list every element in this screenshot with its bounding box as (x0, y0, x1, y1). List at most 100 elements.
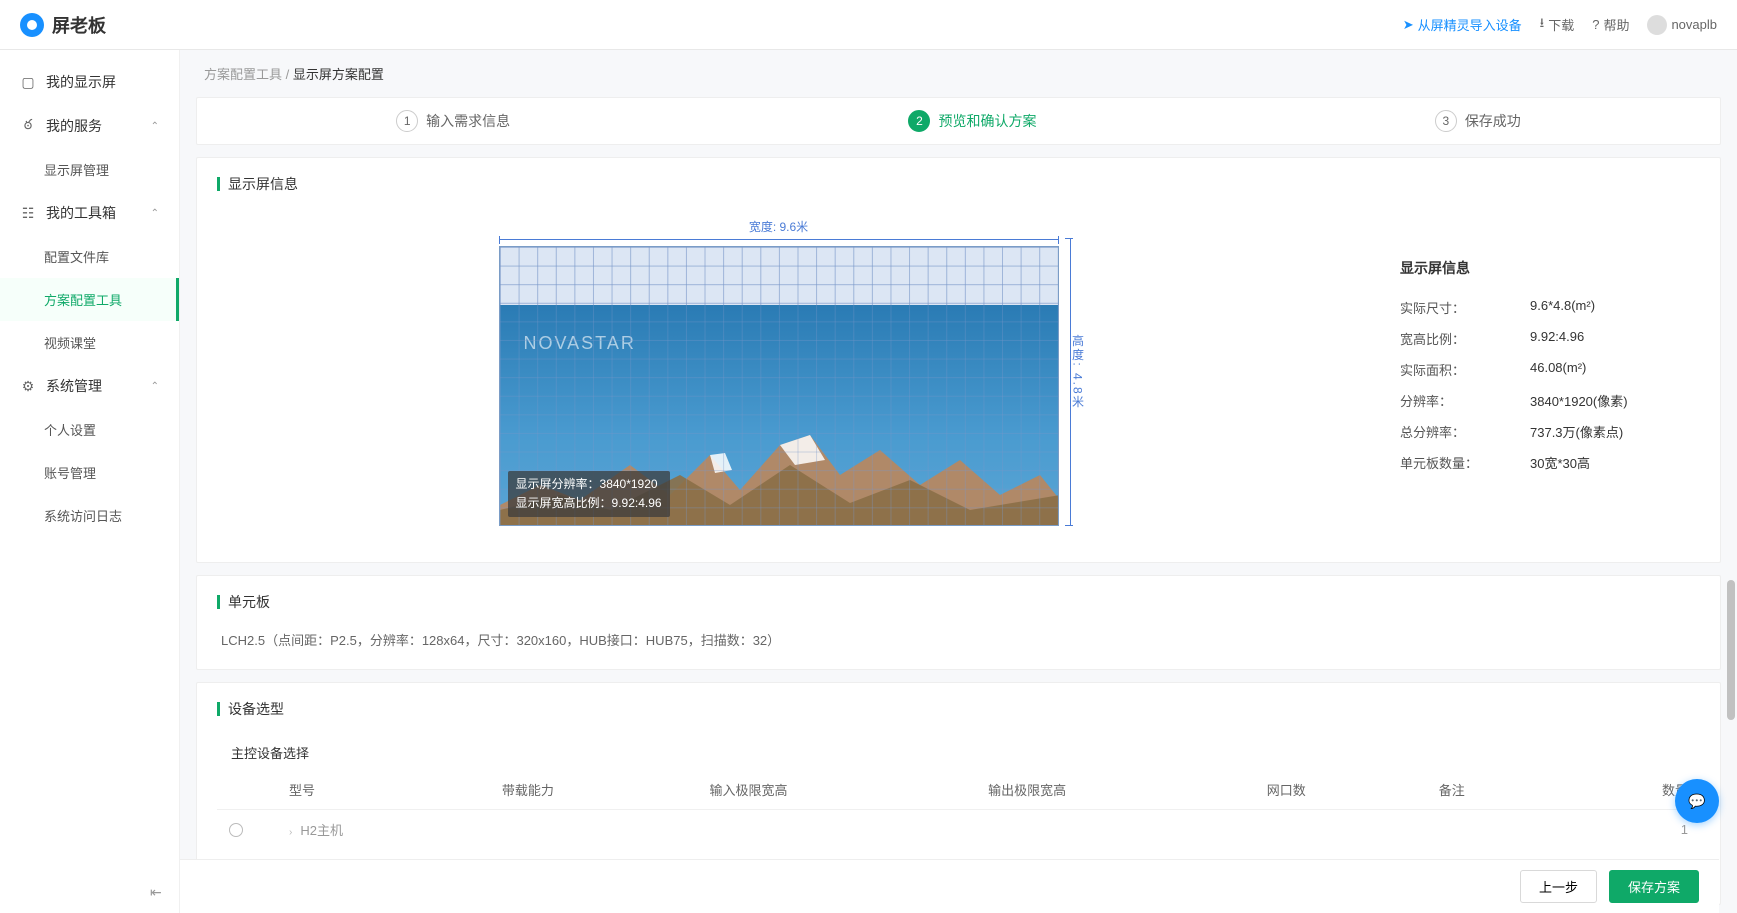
meta-row: 实际面积：46.08(m²) (1400, 354, 1700, 385)
meta-val: 9.6*4.8(m²) (1530, 298, 1595, 317)
meta-row: 宽高比例：9.92:4.96 (1400, 323, 1700, 354)
download-label: 下载 (1548, 15, 1574, 34)
meta-val: 3840*1920(像素) (1530, 391, 1628, 410)
header-actions: ➤ 从屏精灵导入设备 ⭳ 下载 ? 帮助 novaplb (1403, 14, 1717, 36)
sidebar-label: 我的服务 (46, 116, 102, 136)
chevron-up-icon: ⌃ (151, 121, 159, 132)
meta-val: 737.3万(像素点) (1530, 422, 1623, 441)
col-radio (217, 770, 277, 810)
sidebar-label: 方案配置工具 (44, 290, 122, 309)
sidebar: ▢ 我的显示屏 ఠ 我的服务 ⌃ 显示屏管理 ☷ 我的工具箱 ⌃ 配置文件库 方… (0, 50, 180, 913)
step-number: 2 (908, 110, 930, 132)
meta-row: 单元板数量：30宽*30高 (1400, 447, 1700, 478)
unit-board-panel: 单元板 LCH2.5（点间距：P2.5，分辨率：128x64，尺寸：320x16… (196, 575, 1721, 670)
user-icon: ఠ (20, 118, 36, 134)
screen-canvas: NOVASTAR 显示屏分辨率：3840*1920 显示屏宽高比例：9.92:4… (499, 246, 1059, 526)
help-link[interactable]: ? 帮助 (1592, 15, 1629, 34)
bird-icon: ➤ (1403, 17, 1414, 33)
scroll-thumb[interactable] (1727, 580, 1735, 720)
panel-title-text: 显示屏信息 (228, 174, 298, 194)
save-button[interactable]: 保存方案 (1609, 870, 1699, 903)
download-icon: ⭳ (1540, 14, 1545, 36)
badge-val: 3840*1920 (600, 477, 658, 491)
sidebar-item-account[interactable]: 账号管理 (0, 451, 179, 494)
badge-key: 显示屏分辨率： (516, 477, 600, 491)
username: novaplb (1671, 17, 1717, 32)
table-row[interactable]: ›H2主机 1 (217, 810, 1700, 850)
meta-val: 9.92:4.96 (1530, 329, 1584, 348)
badge-key: 显示屏宽高比例： (516, 496, 612, 510)
sidebar-item-personal[interactable]: 个人设置 (0, 408, 179, 451)
help-label: 帮助 (1603, 15, 1629, 34)
panel-title: 设备选型 (217, 699, 1700, 719)
resolution-badge: 显示屏分辨率：3840*1920 显示屏宽高比例：9.92:4.96 (508, 471, 670, 517)
user-menu[interactable]: novaplb (1647, 15, 1717, 35)
col-output: 输出极限宽高 (976, 770, 1255, 810)
unit-board-desc: LCH2.5（点间距：P2.5，分辨率：128x64，尺寸：320x160，HU… (217, 626, 1700, 653)
panel-title-text: 设备选型 (228, 699, 284, 719)
col-capacity: 带载能力 (490, 770, 698, 810)
steps-bar: 1 输入需求信息 2 预览和确认方案 3 保存成功 (196, 97, 1721, 145)
meta-key: 分辨率： (1400, 391, 1530, 410)
meta-key: 单元板数量： (1400, 453, 1530, 472)
sidebar-label: 显示屏管理 (44, 160, 109, 179)
step-number: 1 (396, 110, 418, 132)
col-note: 备注 (1427, 770, 1564, 810)
collapse-sidebar-icon[interactable]: ⇤ (150, 884, 162, 901)
breadcrumb-current: 显示屏方案配置 (293, 67, 384, 82)
breadcrumb-sep: / (286, 67, 290, 82)
sidebar-label: 账号管理 (44, 463, 96, 482)
footer-bar: 上一步 保存方案 (180, 859, 1719, 913)
gear-icon: ⚙ (20, 378, 36, 394)
table-header-row: 型号 带载能力 输入极限宽高 输出极限宽高 网口数 备注 数量 (217, 770, 1700, 810)
logo-text: 屏老板 (52, 12, 106, 38)
import-link[interactable]: ➤ 从屏精灵导入设备 (1403, 15, 1522, 34)
col-input: 输入极限宽高 (698, 770, 977, 810)
panel-title: 显示屏信息 (217, 174, 1700, 194)
help-icon: ? (1592, 17, 1599, 32)
sidebar-item-myscreen[interactable]: ▢ 我的显示屏 (0, 60, 179, 104)
import-link-label: 从屏精灵导入设备 (1418, 15, 1522, 34)
chevron-up-icon: ⌃ (151, 381, 159, 392)
sidebar-label: 我的工具箱 (46, 203, 116, 223)
sidebar-item-toolbox[interactable]: ☷ 我的工具箱 ⌃ (0, 191, 179, 235)
meta-row: 总分辨率：737.3万(像素点) (1400, 416, 1700, 447)
app-header: 屏老板 ➤ 从屏精灵导入设备 ⭳ 下载 ? 帮助 novaplb (0, 0, 1737, 50)
meta-key: 实际面积： (1400, 360, 1530, 379)
sidebar-item-sysmgmt[interactable]: ⚙ 系统管理 ⌃ (0, 364, 179, 408)
sidebar-label: 个人设置 (44, 420, 96, 439)
meta-val: 30宽*30高 (1530, 453, 1590, 472)
chevron-right-icon[interactable]: › (289, 827, 292, 838)
sidebar-item-syslog[interactable]: 系统访问日志 (0, 494, 179, 537)
height-label: 高度: 4.8米 (1070, 334, 1087, 409)
width-ruler (499, 239, 1059, 240)
breadcrumb: 方案配置工具 / 显示屏方案配置 (180, 50, 1737, 97)
meta-row: 分辨率：3840*1920(像素) (1400, 385, 1700, 416)
breadcrumb-parent[interactable]: 方案配置工具 (204, 67, 282, 82)
step-3: 3 保存成功 (1435, 110, 1521, 132)
download-link[interactable]: ⭳ 下载 (1540, 14, 1575, 36)
sidebar-item-screenmgmt[interactable]: 显示屏管理 (0, 148, 179, 191)
chat-fab[interactable]: 💬 (1675, 779, 1719, 823)
sidebar-item-service[interactable]: ఠ 我的服务 ⌃ (0, 104, 179, 148)
stack-icon: ☷ (20, 205, 36, 221)
radio-icon[interactable] (229, 823, 243, 837)
sidebar-item-configlib[interactable]: 配置文件库 (0, 235, 179, 278)
sidebar-item-schemetool[interactable]: 方案配置工具 (0, 278, 179, 321)
step-label: 输入需求信息 (426, 111, 510, 131)
main-content: 方案配置工具 / 显示屏方案配置 1 输入需求信息 2 预览和确认方案 3 保存… (180, 50, 1737, 913)
col-model: 型号 (277, 770, 490, 810)
sidebar-label: 系统访问日志 (44, 506, 122, 525)
step-2: 2 预览和确认方案 (908, 110, 1036, 132)
sidebar-item-videoclass[interactable]: 视频课堂 (0, 321, 179, 364)
panel-title-text: 单元板 (228, 592, 270, 612)
step-1: 1 输入需求信息 (396, 110, 510, 132)
logo-icon (20, 13, 44, 37)
prev-button[interactable]: 上一步 (1520, 870, 1597, 903)
device-subtitle: 主控设备选择 (217, 733, 1700, 770)
sidebar-label: 配置文件库 (44, 247, 109, 266)
scrollbar[interactable] (1727, 60, 1735, 903)
meta-val: 46.08(m²) (1530, 360, 1586, 379)
step-label: 保存成功 (1465, 111, 1521, 131)
meta-row: 实际尺寸：9.6*4.8(m²) (1400, 292, 1700, 323)
